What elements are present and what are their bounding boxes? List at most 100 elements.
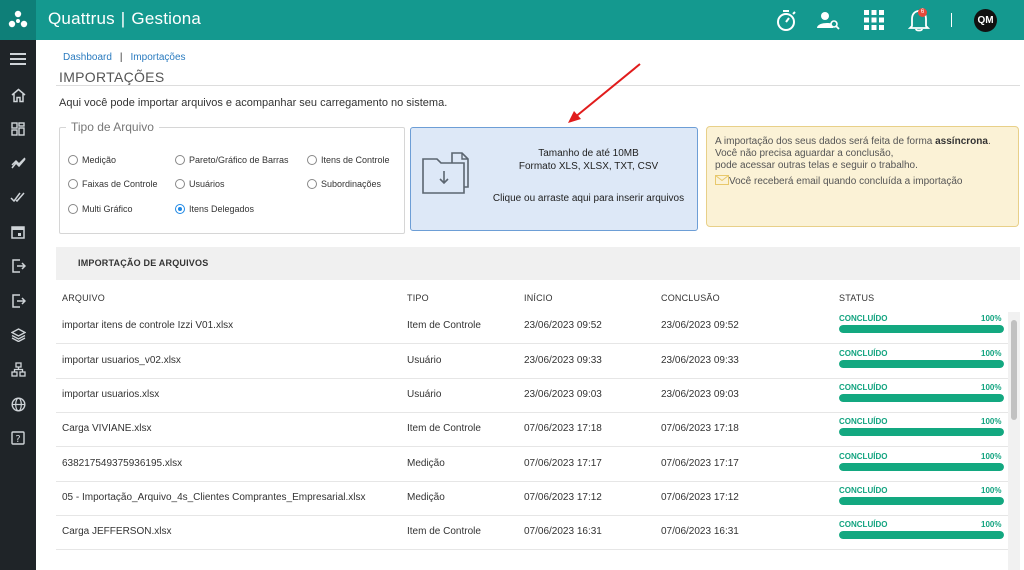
sidebar-item-hierarchy[interactable]	[0, 358, 36, 380]
notifications-button[interactable]: 6	[905, 0, 933, 40]
radio-circle[interactable]	[68, 155, 78, 165]
progress-fill	[839, 360, 1004, 368]
sidebar-item-export[interactable]	[0, 290, 36, 312]
annotation-arrow	[568, 63, 641, 123]
table-row[interactable]: importar usuarios_v02.xlsx Usuário 23/06…	[56, 345, 1008, 379]
avatar[interactable]: QM	[974, 9, 997, 32]
radio-faixas-controle[interactable]: Faixas de Controle	[68, 179, 158, 189]
column-header-file[interactable]: ARQUIVO	[62, 293, 105, 303]
info-bold-text: assíncrona	[935, 136, 988, 147]
status-label: CONCLUÍDO	[839, 417, 888, 426]
sidebar-item-globe[interactable]	[0, 393, 36, 415]
sidebar-menu-toggle[interactable]	[0, 48, 36, 70]
cell-start: 23/06/2023 09:52	[524, 320, 602, 331]
product-name: Gestiona	[131, 9, 202, 28]
table-row[interactable]: importar itens de controle Izzi V01.xlsx…	[56, 310, 1008, 344]
cell-file: Carga JEFFERSON.xlsx	[62, 526, 172, 537]
radio-circle[interactable]	[68, 204, 78, 214]
status-label: CONCLUÍDO	[839, 349, 888, 358]
sidebar-item-home[interactable]	[0, 84, 36, 106]
cell-start: 23/06/2023 09:33	[524, 355, 602, 366]
progress-bar	[839, 428, 1004, 436]
dashboard-icon	[11, 122, 25, 136]
cell-file: importar usuarios_v02.xlsx	[62, 355, 181, 366]
cell-type: Item de Controle	[407, 526, 481, 537]
envelope-icon	[715, 175, 729, 185]
radio-itens-delegados[interactable]: Itens Delegados	[175, 204, 254, 214]
login-icon	[11, 259, 26, 273]
cell-start: 07/06/2023 17:12	[524, 492, 602, 503]
apps-grid-button[interactable]	[860, 0, 888, 40]
status-label: CONCLUÍDO	[839, 520, 888, 529]
progress-fill	[839, 428, 1004, 436]
radio-circle[interactable]	[175, 179, 185, 189]
breadcrumb-importacoes[interactable]: Importações	[131, 52, 186, 63]
sidebar-item-dashboard[interactable]	[0, 118, 36, 140]
cell-file: importar usuarios.xlsx	[62, 389, 160, 400]
cell-type: Usuário	[407, 389, 442, 400]
sidebar-item-charts[interactable]	[0, 152, 36, 174]
radio-circle-selected[interactable]	[175, 204, 185, 214]
radio-label: Pareto/Gráfico de Barras	[189, 155, 289, 165]
breadcrumb-separator: |	[119, 52, 123, 63]
cell-end: 07/06/2023 16:31	[661, 526, 739, 537]
stopwatch-button[interactable]	[772, 0, 800, 40]
table-row[interactable]: 05 - Importação_Arquivo_4s_Clientes Comp…	[56, 482, 1008, 516]
column-header-status[interactable]: STATUS	[839, 293, 874, 303]
cell-start: 23/06/2023 09:03	[524, 389, 602, 400]
table-scrollbar[interactable]	[1008, 312, 1020, 570]
table-row[interactable]: 638217549375936195.xlsx Medição 07/06/20…	[56, 448, 1008, 482]
table-row[interactable]: importar usuarios.xlsx Usuário 23/06/202…	[56, 379, 1008, 413]
column-header-end[interactable]: CONCLUSÃO	[661, 293, 720, 303]
progress-fill	[839, 463, 1004, 471]
radio-pareto[interactable]: Pareto/Gráfico de Barras	[175, 155, 289, 165]
progress-bar	[839, 463, 1004, 471]
sidebar-item-calendar[interactable]	[0, 221, 36, 243]
radio-label: Multi Gráfico	[82, 204, 133, 214]
upload-dropzone[interactable]: Tamanho de até 10MB Formato XLS, XLSX, T…	[410, 127, 698, 231]
progress-bar	[839, 497, 1004, 505]
column-header-start[interactable]: INÍCIO	[524, 293, 553, 303]
user-search-button[interactable]	[814, 0, 842, 40]
sidebar-item-import[interactable]	[0, 255, 36, 277]
cell-file: 05 - Importação_Arquivo_4s_Clientes Comp…	[62, 492, 366, 503]
column-header-type[interactable]: TIPO	[407, 293, 429, 303]
notification-badge: 6	[918, 8, 927, 17]
sidebar-item-actions[interactable]	[0, 186, 36, 208]
progress-fill	[839, 531, 1004, 539]
radio-usuarios[interactable]: Usuários	[175, 179, 225, 189]
cell-end: 07/06/2023 17:12	[661, 492, 739, 503]
cell-file: Carga VIVIANE.xlsx	[62, 423, 152, 434]
cell-type: Item de Controle	[407, 423, 481, 434]
brand-separator: |	[120, 9, 126, 28]
progress-fill	[839, 394, 1004, 402]
cell-start: 07/06/2023 17:17	[524, 458, 602, 469]
scrollbar-thumb[interactable]	[1011, 320, 1017, 420]
cell-end: 07/06/2023 17:18	[661, 423, 739, 434]
cell-end: 23/06/2023 09:52	[661, 320, 739, 331]
radio-circle[interactable]	[307, 155, 317, 165]
check-double-icon	[10, 192, 25, 203]
radio-circle[interactable]	[175, 155, 185, 165]
table-row[interactable]: Carga VIVIANE.xlsx Item de Controle 07/0…	[56, 413, 1008, 447]
radio-circle[interactable]	[68, 179, 78, 189]
radio-circle[interactable]	[307, 179, 317, 189]
page-title: IMPORTAÇÕES	[59, 69, 165, 85]
hierarchy-icon	[10, 361, 26, 377]
sidebar-item-layers[interactable]	[0, 324, 36, 346]
info-line-2: Você não precisa aguardar a conclusão,	[715, 148, 894, 159]
info-text: A importação dos seus dados será feita d…	[715, 136, 936, 147]
radio-subordinacoes[interactable]: Subordinações	[307, 179, 381, 189]
radio-medicao[interactable]: Medição	[68, 155, 116, 165]
radio-multi-grafico[interactable]: Multi Gráfico	[68, 204, 133, 214]
progress-fill	[839, 497, 1004, 505]
table-row[interactable]: Carga JEFFERSON.xlsx Item de Controle 07…	[56, 516, 1008, 550]
menu-icon	[10, 53, 26, 65]
sidebar-item-help[interactable]: ?	[0, 427, 36, 449]
radio-itens-controle[interactable]: Itens de Controle	[307, 155, 390, 165]
logo[interactable]	[0, 0, 36, 40]
breadcrumb-dashboard[interactable]: Dashboard	[63, 52, 112, 63]
async-info-box: A importação dos seus dados será feita d…	[706, 126, 1019, 227]
status-percent: 100%	[981, 417, 1002, 426]
page-description: Aqui você pode importar arquivos e acomp…	[59, 97, 448, 109]
